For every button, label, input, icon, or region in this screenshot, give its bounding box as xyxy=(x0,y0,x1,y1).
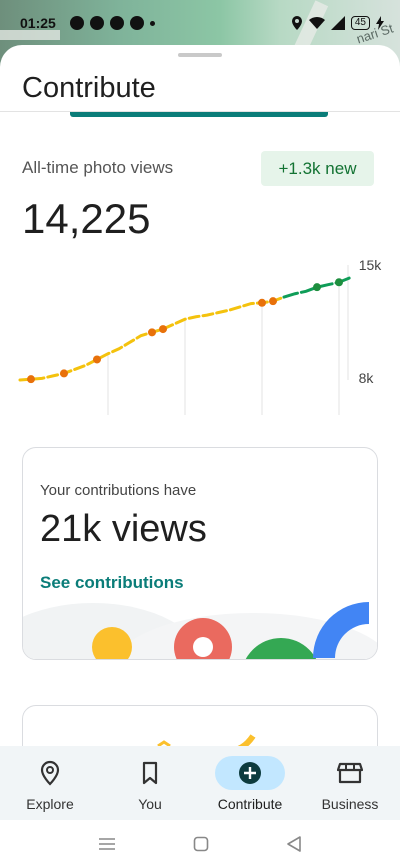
bookmark-icon xyxy=(142,761,158,785)
contributions-views-value: 21k views xyxy=(40,508,207,550)
recent-apps-icon[interactable] xyxy=(98,837,116,851)
messenger-icon xyxy=(109,16,124,30)
nav-business-icon-wrap xyxy=(315,756,385,790)
nav-contribute-label: Contribute xyxy=(217,796,283,812)
whatsapp-business-icon xyxy=(69,16,84,30)
chart-data-point xyxy=(159,325,167,334)
charging-icon xyxy=(376,16,384,30)
storefront-icon xyxy=(337,762,363,784)
nav-explore[interactable]: Explore xyxy=(0,746,100,820)
chart-y-tick-label: 8k xyxy=(359,370,375,386)
chart-y-tick-label: 15k xyxy=(359,257,383,273)
location-pin-icon xyxy=(40,760,60,786)
status-bar: 01:25 45 xyxy=(0,0,400,46)
nav-business-label: Business xyxy=(321,796,379,812)
contribute-sheet: Contribute All-time photo views +1.3k ne… xyxy=(0,45,400,820)
new-views-badge: +1.3k new xyxy=(261,151,374,186)
notification-icons xyxy=(69,16,155,30)
back-icon[interactable] xyxy=(286,835,302,852)
scrolled-section-accent xyxy=(70,112,328,117)
signal-icon xyxy=(330,16,345,30)
nav-you-icon-wrap xyxy=(115,756,185,790)
chart-data-point xyxy=(93,355,101,364)
location-icon xyxy=(291,16,302,30)
chart-data-point xyxy=(258,298,266,307)
nav-contribute-icon-wrap xyxy=(215,756,285,790)
chart-data-point xyxy=(148,328,156,337)
sheet-drag-handle[interactable] xyxy=(178,53,222,57)
photo-views-chart: 23 Mar306 Apr1315k8k xyxy=(18,257,383,415)
nav-contribute[interactable]: Contribute xyxy=(200,746,300,820)
facebook-icon xyxy=(129,16,144,30)
nav-business[interactable]: Business xyxy=(300,746,400,820)
whatsapp-icon xyxy=(89,16,104,30)
status-right-icons: 45 xyxy=(291,16,384,30)
chart-data-point xyxy=(335,278,343,287)
more-notifications-dot-icon xyxy=(149,20,155,26)
contributions-caption: Your contributions have xyxy=(40,482,197,499)
chart-series-line xyxy=(18,295,286,382)
chart-data-point xyxy=(60,369,68,378)
add-circle-icon xyxy=(239,762,261,784)
status-time: 01:25 xyxy=(20,15,56,31)
system-navigation-bar xyxy=(0,820,400,867)
chart-data-point xyxy=(269,297,277,306)
photo-views-label: All-time photo views xyxy=(22,158,174,177)
battery-indicator: 45 xyxy=(350,16,370,30)
page-title: Contribute xyxy=(22,72,156,104)
nav-explore-icon-wrap xyxy=(15,756,85,790)
home-icon[interactable] xyxy=(193,836,209,852)
chart-data-point xyxy=(27,375,35,384)
bottom-navigation: Explore You Contribute Business xyxy=(0,746,400,820)
wifi-icon xyxy=(308,16,325,29)
nav-you[interactable]: You xyxy=(100,746,200,820)
nav-explore-label: Explore xyxy=(26,796,74,812)
contributions-illustration xyxy=(23,602,377,659)
contributions-card[interactable]: Your contributions have 21k views See co… xyxy=(22,447,378,660)
photo-views-total: 14,225 xyxy=(22,195,151,242)
chart-data-point xyxy=(313,283,321,292)
nav-you-label: You xyxy=(138,796,162,812)
